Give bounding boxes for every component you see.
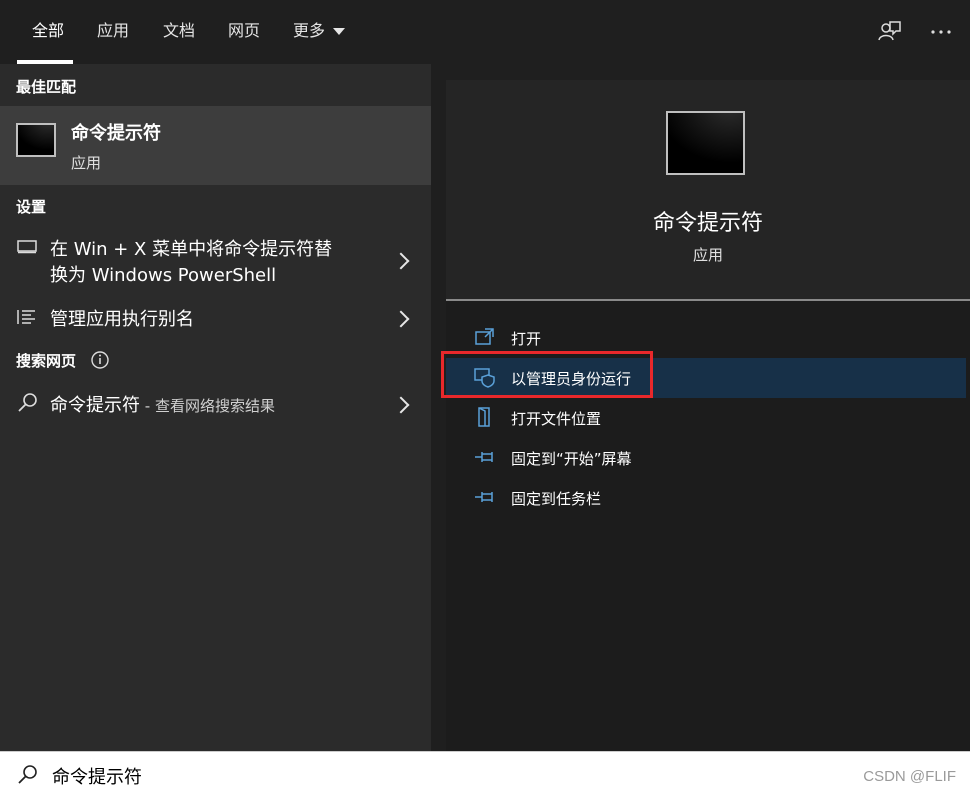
action-pin-to-start[interactable]: 固定到“开始”屏幕 [446, 438, 970, 478]
preview-title: 命令提示符 [652, 211, 763, 236]
setting-item-aliases[interactable]: 管理应用执行别名 [0, 300, 431, 336]
tab-apps[interactable]: 应用 [97, 0, 129, 64]
preview-header: 命令提示符 应用 [446, 80, 970, 299]
chevron-down-icon [333, 28, 346, 35]
best-match-result[interactable]: 命令提示符 应用 [0, 106, 431, 185]
chevron-right-icon [392, 252, 410, 270]
action-pin-to-start-label: 固定到“开始”屏幕 [511, 450, 632, 468]
watermark: CSDN @FLIF [863, 768, 956, 785]
chevron-right-icon [392, 310, 410, 328]
cmd-app-large-icon [666, 111, 745, 175]
settings-heading: 设置 [16, 198, 47, 216]
setting-item-aliases-label: 管理应用执行别名 [50, 309, 194, 330]
tab-more[interactable]: 更多 [293, 0, 346, 64]
tab-documents[interactable]: 文档 [163, 0, 195, 64]
divider [446, 299, 970, 301]
web-search-item[interactable]: 命令提示符 - 查看网络搜索结果 [0, 386, 431, 422]
file-location-icon [478, 407, 490, 427]
info-icon[interactable] [90, 350, 110, 370]
preview-panel: 命令提示符 应用 打开 以管理员身份运行 打开文件位置 固定到“开始”屏幕 固定… [446, 80, 970, 751]
web-search-text: 命令提示符 - 查看网络搜索结果 [50, 391, 275, 417]
open-icon [475, 328, 494, 345]
search-icon [18, 393, 37, 412]
tab-all[interactable]: 全部 [32, 0, 64, 64]
tab-web[interactable]: 网页 [228, 0, 260, 64]
search-icon [18, 765, 37, 784]
search-input[interactable]: 命令提示符 [52, 763, 142, 789]
chevron-right-icon [392, 396, 410, 414]
pin-icon [475, 452, 493, 462]
monitor-icon [17, 240, 37, 254]
web-search-heading: 搜索网页 [16, 352, 77, 370]
search-bar[interactable]: 命令提示符 CSDN @FLIF [0, 751, 970, 796]
action-pin-to-taskbar[interactable]: 固定到任务栏 [446, 478, 970, 518]
results-panel: 最佳匹配 命令提示符 应用 设置 在 Win + X 菜单中将命令提示符替 换为… [0, 64, 431, 751]
action-open-label: 打开 [511, 330, 542, 348]
setting-item-line2: 换为 Windows PowerShell [50, 265, 277, 286]
preview-subtitle: 应用 [692, 246, 723, 264]
action-pin-to-taskbar-label: 固定到任务栏 [511, 490, 602, 508]
list-icon [17, 310, 35, 324]
feedback-icon[interactable] [875, 18, 903, 46]
setting-item-line1: 在 Win + X 菜单中将命令提示符替 [50, 239, 333, 260]
cmd-app-icon [16, 123, 56, 157]
tab-more-label: 更多 [293, 21, 326, 40]
action-open-file-location-label: 打开文件位置 [511, 410, 602, 428]
top-bar: 全部 应用 文档 网页 更多 [0, 0, 970, 64]
action-open-file-location[interactable]: 打开文件位置 [446, 398, 970, 438]
highlight-annotation-box [441, 351, 653, 398]
best-match-title: 命令提示符 [71, 123, 161, 144]
setting-item-powershell[interactable]: 在 Win + X 菜单中将命令提示符替 换为 Windows PowerShe… [0, 232, 431, 290]
pin-icon [475, 492, 493, 502]
web-search-suffix: - 查看网络搜索结果 [140, 397, 275, 415]
best-match-subtitle: 应用 [71, 154, 102, 172]
best-match-heading: 最佳匹配 [16, 78, 77, 96]
more-options-icon[interactable] [927, 18, 955, 46]
web-search-query: 命令提示符 [50, 395, 140, 416]
